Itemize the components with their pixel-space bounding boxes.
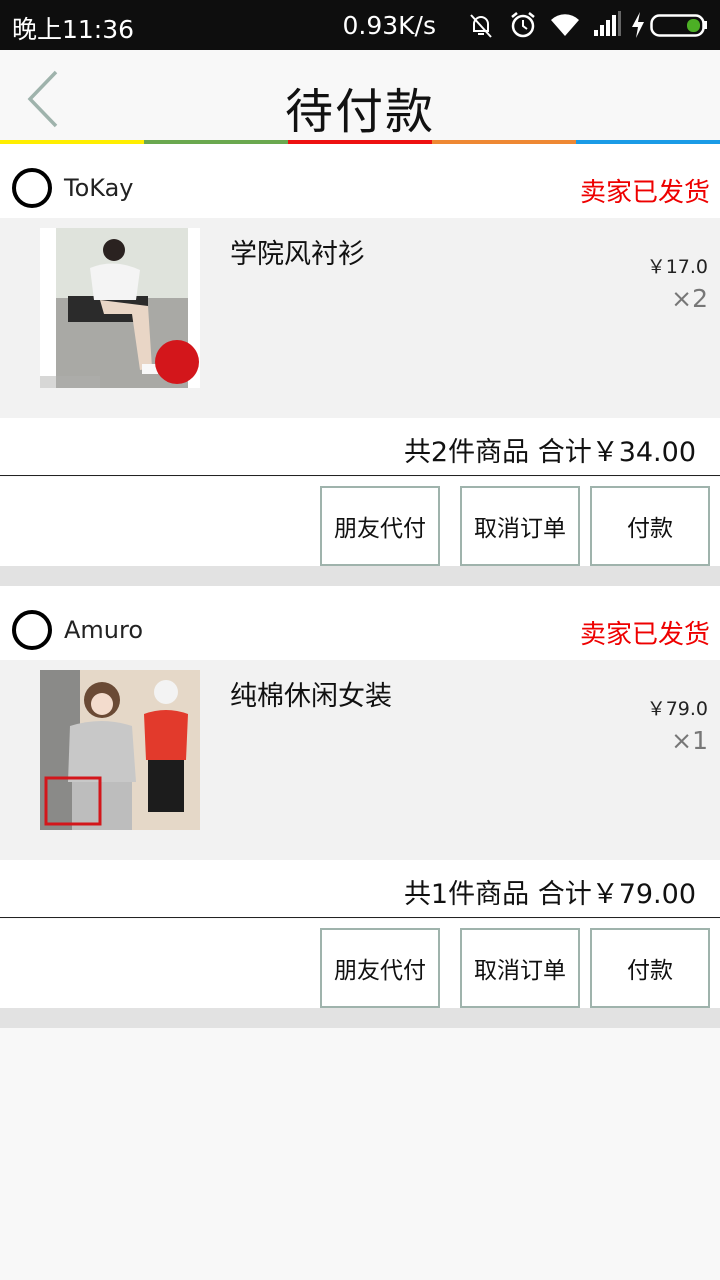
divider (0, 1008, 720, 1028)
alarm-clock-icon (508, 10, 538, 40)
order-total: 共2件商品 合计￥34.00 (403, 437, 696, 468)
item-name: 纯棉休闲女装 (230, 681, 392, 712)
order-actions: 朋友代付 取消订单 付款 (0, 477, 720, 566)
friend-pay-button[interactable]: 朋友代付 (320, 928, 440, 1008)
charging-icon (630, 10, 646, 40)
item-name: 学院风衬衫 (230, 239, 365, 270)
select-radio[interactable] (12, 168, 52, 208)
pay-button[interactable]: 付款 (590, 928, 710, 1008)
select-radio[interactable] (12, 610, 52, 650)
title-bar: 待付款 (0, 50, 720, 140)
order-header: ToKay 卖家已发货 (0, 144, 720, 218)
wifi-icon (550, 10, 580, 40)
status-time: 晚上11:36 (12, 15, 135, 44)
item-quantity: ×1 (671, 726, 708, 755)
order-header: Amuro 卖家已发货 (0, 586, 720, 660)
battery-icon (650, 10, 708, 40)
item-quantity: ×2 (671, 284, 708, 313)
seller-name[interactable]: Amuro (64, 616, 143, 644)
seller-name[interactable]: ToKay (64, 174, 134, 202)
cancel-order-button[interactable]: 取消订单 (460, 486, 580, 566)
product-image[interactable] (40, 670, 200, 830)
order-card: ToKay 卖家已发货 学院风衬衫 ￥17.0 ×2 共2件商品 合计￥34.0… (0, 144, 720, 586)
product-image[interactable] (40, 228, 200, 388)
divider (0, 566, 720, 586)
order-summary: 共1件商品 合计￥79.00 (0, 860, 720, 918)
pay-button[interactable]: 付款 (590, 486, 710, 566)
order-status: 卖家已发货 (579, 620, 710, 650)
order-card: Amuro 卖家已发货 纯棉休闲女装 ￥79.0 ×1 共1件商品 合计￥79.… (0, 586, 720, 1028)
status-icons: 0.93K/s (342, 8, 708, 42)
order-actions: 朋友代付 取消订单 付款 (0, 919, 720, 1008)
item-price: ￥17.0 (646, 256, 708, 278)
cancel-order-button[interactable]: 取消订单 (460, 928, 580, 1008)
order-status: 卖家已发货 (579, 178, 710, 208)
net-speed: 0.93K/s (342, 10, 436, 40)
order-item[interactable]: 纯棉休闲女装 ￥79.0 ×1 (0, 660, 720, 860)
order-summary: 共2件商品 合计￥34.00 (0, 418, 720, 476)
page-title: 待付款 (284, 84, 435, 140)
signal-icon (592, 10, 622, 40)
friend-pay-button[interactable]: 朋友代付 (320, 486, 440, 566)
order-total: 共1件商品 合计￥79.00 (403, 879, 696, 910)
mute-bell-icon (466, 10, 496, 40)
item-price: ￥79.0 (646, 698, 708, 720)
order-item[interactable]: 学院风衬衫 ￥17.0 ×2 (0, 218, 720, 418)
status-bar: 晚上11:36 0.93K/s (0, 0, 720, 50)
